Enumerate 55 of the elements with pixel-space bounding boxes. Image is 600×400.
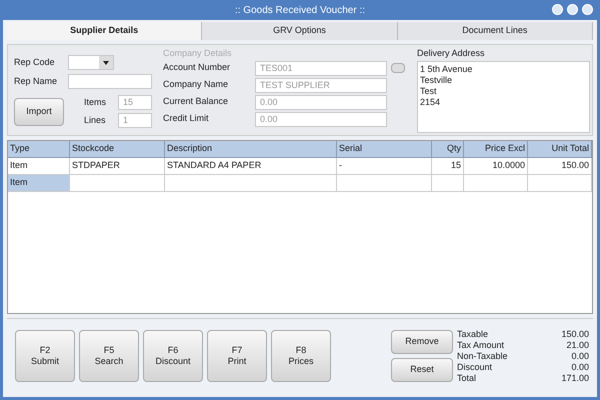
field-label: Credit Limit: [163, 112, 210, 126]
total-label: Discount: [457, 362, 492, 372]
table-cell: -: [337, 158, 432, 174]
function-key-button[interactable]: F2 Submit: [15, 330, 75, 382]
action-button[interactable]: Remove: [391, 330, 453, 354]
function-key-button[interactable]: F7 Print: [207, 330, 267, 382]
total-value: 0.00: [571, 350, 589, 362]
total-value: 0.00: [571, 362, 589, 372]
total-label: Taxable: [457, 328, 488, 340]
tab[interactable]: Supplier Details: [7, 22, 202, 40]
import-button[interactable]: Import: [14, 98, 64, 126]
total-value: 21.00: [566, 340, 589, 350]
table-cell: 150.00: [528, 158, 592, 174]
field-label: Items: [84, 96, 108, 109]
table-cell: Item: [8, 158, 70, 174]
table-cell: STANDARD A4 PAPER: [165, 158, 337, 174]
field-label: Current Balance: [163, 95, 230, 108]
column-header[interactable]: Stockcode: [70, 141, 165, 157]
tab[interactable]: GRV Options: [202, 22, 398, 40]
function-key-button[interactable]: F8 Prices: [271, 330, 331, 382]
field-label: Lines: [84, 114, 107, 127]
column-header[interactable]: Serial: [337, 141, 432, 157]
table-cell: 10.0000: [464, 158, 528, 174]
total-value: 150.00: [561, 328, 589, 340]
field-label: Account Number: [163, 61, 232, 74]
table-cell: STDPAPER: [70, 158, 165, 174]
table-cell: 15: [432, 158, 464, 174]
column-header[interactable]: Unit Total: [528, 141, 592, 157]
function-key-button[interactable]: F6 Discount: [143, 330, 203, 382]
column-header[interactable]: Description: [165, 141, 337, 157]
address-line: Test: [420, 86, 438, 96]
address-box[interactable]: 1 5th Avenue Testville Test 2154: [417, 60, 590, 133]
group-legend: Delivery Address: [417, 47, 590, 60]
column-header[interactable]: Price Excl: [464, 141, 528, 157]
table-row[interactable]: Item: [8, 175, 592, 192]
field-label: Rep Name: [14, 74, 58, 88]
function-key-button[interactable]: F5 Search: [79, 330, 139, 382]
table-cell: Item: [8, 175, 70, 191]
total-label: Tax Amount: [457, 340, 504, 350]
input-field[interactable]: [68, 74, 152, 89]
field-label: Company Name: [163, 78, 230, 92]
address-line: 2154: [420, 96, 442, 108]
table-row[interactable]: Item STDPAPER STANDARD A4 PAPER - 15 10.0000 150.00: [8, 158, 592, 175]
total-value: 171.00: [561, 372, 589, 384]
column-header[interactable]: Qty: [432, 141, 464, 157]
column-header[interactable]: Type: [8, 141, 70, 157]
total-label: Total: [457, 372, 476, 384]
address-line: Testville: [420, 74, 454, 86]
field-label: Rep Code: [14, 56, 56, 69]
address-line: 1 5th Avenue: [420, 64, 474, 74]
group-legend: Company Details: [163, 47, 411, 60]
tab[interactable]: Document Lines: [398, 22, 593, 40]
total-label: Non-Taxable: [457, 350, 508, 362]
window-title: :: Goods Received Voucher ::: [234, 4, 366, 18]
action-button[interactable]: Reset: [391, 358, 453, 382]
